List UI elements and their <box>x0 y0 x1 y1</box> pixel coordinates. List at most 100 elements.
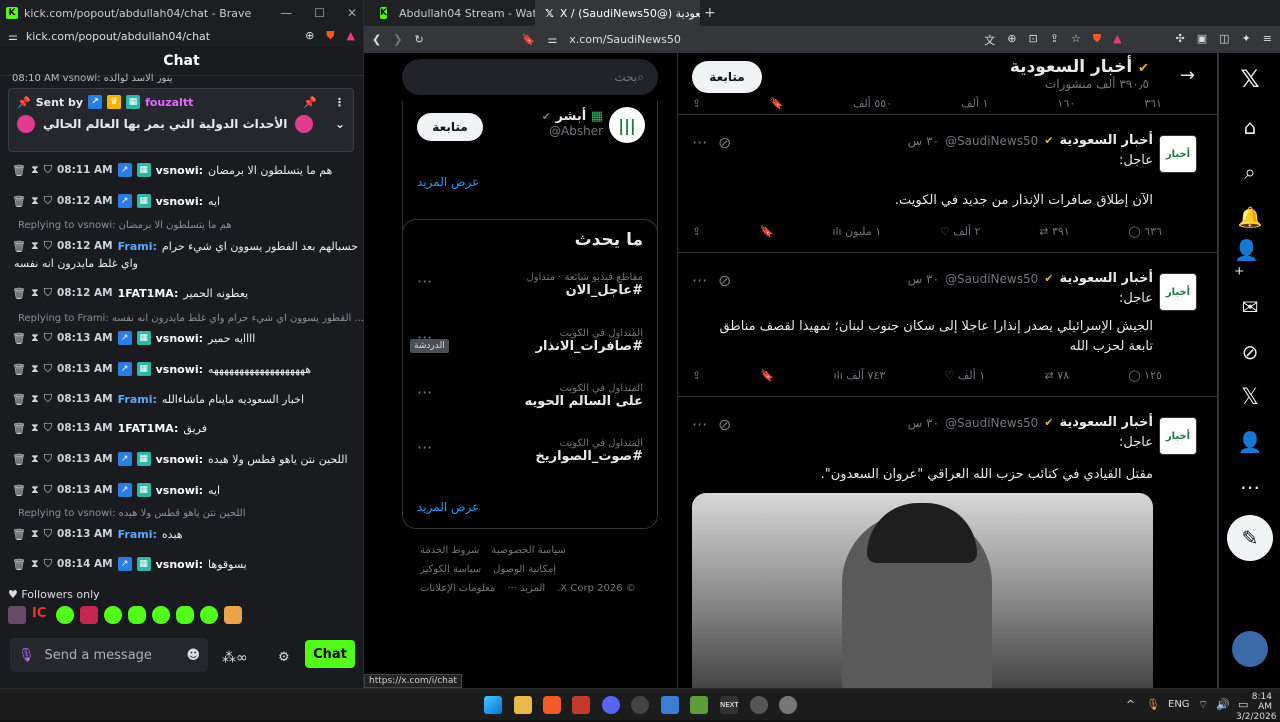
emote-icon[interactable]: IC <box>32 606 50 624</box>
more-options-icon[interactable]: ··· <box>692 133 707 152</box>
ban-shield-icon[interactable]: ⛉ <box>44 362 52 376</box>
app-icon[interactable] <box>661 696 679 714</box>
site-settings-icon[interactable]: ⚌ <box>8 30 18 43</box>
back-icon[interactable]: ❮ <box>372 33 381 46</box>
timeout-hourglass-icon[interactable]: ⧗ <box>31 421 39 435</box>
tweet-author[interactable]: أخبار السعودية <box>1059 271 1153 286</box>
infinity-icon[interactable]: ⁂∞ <box>222 650 248 666</box>
more-icon[interactable]: ⋮ <box>334 96 345 109</box>
bookmark-icon[interactable]: 🔖 <box>760 225 774 238</box>
message-input[interactable]: 🎙 Send a message ☻ <box>10 638 208 672</box>
ban-shield-icon[interactable]: ⛉ <box>44 239 52 253</box>
start-windows-icon[interactable] <box>484 696 502 714</box>
bookmark-icon[interactable]: 🔖 <box>761 369 775 382</box>
message-username[interactable]: Frami: <box>118 528 157 541</box>
delete-icon[interactable]: 🗑 <box>12 453 26 466</box>
mic-icon[interactable]: 🎙 <box>18 648 35 663</box>
more-options-icon[interactable]: ··· <box>692 415 707 434</box>
message-username[interactable]: Frami: <box>118 393 157 406</box>
views-count[interactable]: ılı ٧٤٣ ألف <box>834 369 886 382</box>
translate-icon[interactable]: 文 <box>984 32 995 48</box>
bookmark-icon[interactable]: 🔖 <box>770 97 784 110</box>
likes-count[interactable]: ♡ ٢ ألف <box>940 225 981 238</box>
tray-chevron-icon[interactable]: ^ <box>1126 698 1135 711</box>
timeout-hourglass-icon[interactable]: ⧗ <box>31 194 39 208</box>
emote-icon[interactable] <box>176 606 194 624</box>
app-icon[interactable] <box>572 696 590 714</box>
delete-icon[interactable]: 🗑 <box>12 164 26 177</box>
messages-icon[interactable]: ✉ <box>1234 291 1266 323</box>
tweet-time[interactable]: ٣٠ س <box>908 416 939 430</box>
replies-count[interactable]: ◯ ١٢٥ <box>1128 369 1162 382</box>
message-username[interactable]: vsnowi: <box>156 558 203 571</box>
reposts-count[interactable]: ⇄ ٣٩١ <box>1039 225 1069 238</box>
timeout-hourglass-icon[interactable]: ⧗ <box>31 163 39 177</box>
brave-rewards-icon[interactable]: ▲ <box>1113 32 1121 48</box>
suggest-name[interactable]: ✔ أبشر ▦ <box>542 109 603 124</box>
minimize-icon[interactable]: — <box>280 6 292 20</box>
emote-icon[interactable] <box>224 606 242 624</box>
timeout-hourglass-icon[interactable]: ⧗ <box>31 392 39 406</box>
zoom-icon[interactable]: ⊕ <box>305 29 314 43</box>
tab-x[interactable]: 𝕏أخبار السعودية (@SaudiNews50) / X✕ <box>535 0 700 26</box>
tweet-author[interactable]: أخبار السعودية <box>1059 133 1153 148</box>
new-tab-icon[interactable]: + <box>704 5 716 21</box>
trend-item[interactable]: مقاطع فيديو شائعة · متداول #عاجل_الان ··· <box>417 272 643 298</box>
tweet[interactable]: أخبار أخبار السعودية ✔ @SaudiNews50 ٣٠ س ··· ⊘… <box>678 253 1217 397</box>
emote-icon[interactable] <box>152 606 170 624</box>
language-indicator[interactable]: ENG <box>1168 699 1190 710</box>
timeout-hourglass-icon[interactable]: ⧗ <box>31 557 39 571</box>
delete-icon[interactable]: 🗑 <box>12 422 26 435</box>
ban-shield-icon[interactable]: ⛉ <box>44 331 52 345</box>
more-options-icon[interactable]: ··· <box>692 271 707 290</box>
extensions-icon[interactable]: ✣ <box>1176 32 1185 48</box>
follow-people-icon[interactable]: 👤⁺ <box>1234 238 1266 286</box>
emoji-icon[interactable]: ☻ <box>186 648 200 663</box>
likes-count[interactable]: ١ ألف <box>961 97 988 110</box>
delete-icon[interactable]: 🗑 <box>12 240 26 253</box>
timeout-hourglass-icon[interactable]: ⧗ <box>31 527 39 541</box>
grok-explain-icon[interactable]: ⊘ <box>718 271 731 290</box>
chevron-down-icon[interactable]: ⌄ <box>335 117 345 131</box>
trends-show-more-link[interactable]: عرض المزيد <box>417 500 479 514</box>
more-circle-icon[interactable]: ⋯ <box>1234 471 1266 503</box>
message-username[interactable]: 1FAT1MA: <box>118 287 179 300</box>
obs-icon[interactable] <box>631 696 649 714</box>
forward-icon[interactable]: ❯ <box>393 33 402 46</box>
timeout-hourglass-icon[interactable]: ⧗ <box>31 452 39 466</box>
x-logo-icon[interactable]: 𝕏 <box>1234 63 1266 95</box>
premium-x-icon[interactable]: 𝕏 <box>1234 381 1266 413</box>
discord-icon[interactable] <box>602 696 620 714</box>
notifications-bell-icon[interactable]: 🔔 <box>1234 201 1266 233</box>
delete-icon[interactable]: 🗑 <box>12 363 26 376</box>
file-explorer-icon[interactable] <box>514 696 532 714</box>
ban-shield-icon[interactable]: ⛉ <box>44 421 52 435</box>
footer-link[interactable]: المزيد ··· <box>507 583 545 594</box>
more-options-icon[interactable]: ··· <box>417 272 432 291</box>
timeout-hourglass-icon[interactable]: ⧗ <box>31 239 39 253</box>
url-text[interactable]: x.com/SaudiNews50 <box>569 33 681 46</box>
tweet[interactable]: أخبار أخبار السعودية ✔ @SaudiNews50 ٣٠ س ··· ⊘… <box>678 397 1217 688</box>
pinned-user[interactable]: fouzaltt <box>145 96 193 109</box>
explore-search-icon[interactable]: ⌕ <box>1234 156 1266 188</box>
emote-icon[interactable] <box>80 606 98 624</box>
tab-kick[interactable]: K Abdullah04 Stream - Watch Live on K <box>370 0 535 26</box>
grok-explain-icon[interactable]: ⊘ <box>718 133 731 152</box>
site-settings-icon[interactable]: ⚌ <box>547 33 557 46</box>
more-options-icon[interactable]: ··· <box>417 383 432 402</box>
delete-icon[interactable]: 🗑 <box>12 195 26 208</box>
trend-item[interactable]: المتداول في الكويت على السالم الحويه ··· <box>417 383 643 409</box>
ban-shield-icon[interactable]: ⛉ <box>44 452 52 466</box>
tweet-avatar[interactable]: أخبار <box>1159 135 1197 173</box>
timeout-hourglass-icon[interactable]: ⧗ <box>31 362 39 376</box>
install-icon[interactable]: ⊡ <box>1029 32 1038 48</box>
message-username[interactable]: vsnowi: <box>156 164 203 177</box>
delete-icon[interactable]: 🗑 <box>12 287 26 300</box>
zoom-icon[interactable]: ⊕ <box>1007 32 1016 48</box>
footer-link[interactable]: شروط الخدمة <box>420 545 479 556</box>
delete-icon[interactable]: 🗑 <box>12 484 26 497</box>
reply-context[interactable]: Replying to vsnowi: هم ما يتسلطون الا بر… <box>18 220 232 231</box>
message-username[interactable]: vsnowi: <box>156 453 203 466</box>
tweet-image[interactable] <box>692 493 1153 688</box>
brave-shield-icon[interactable]: ⛊ <box>326 29 334 43</box>
